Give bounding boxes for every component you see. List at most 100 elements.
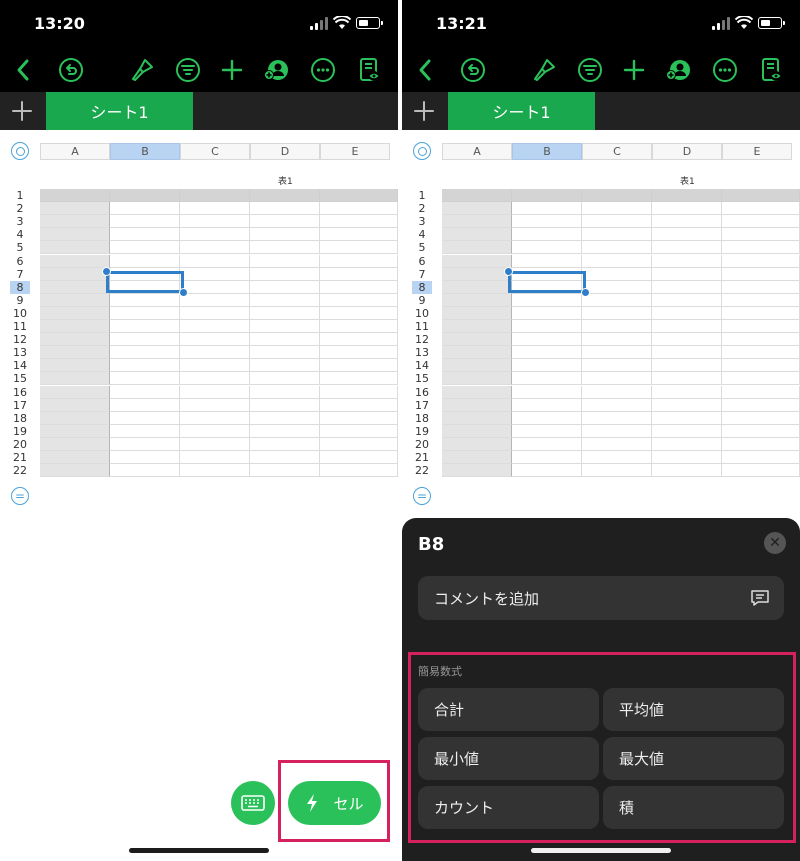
row-header[interactable]: 9	[412, 294, 432, 307]
table-cell[interactable]	[442, 398, 512, 412]
table-cell[interactable]	[110, 241, 180, 255]
table-cell[interactable]	[442, 228, 512, 242]
table-cell[interactable]	[180, 306, 250, 320]
add-rows-icon[interactable]: =	[11, 487, 29, 505]
column-header[interactable]: B	[110, 143, 180, 160]
table-cell[interactable]	[250, 451, 320, 465]
table-cell[interactable]	[320, 228, 398, 242]
table-cell[interactable]	[250, 437, 320, 451]
table-cell[interactable]	[582, 359, 652, 373]
row-header[interactable]: 4	[10, 228, 30, 241]
table-cell[interactable]	[180, 437, 250, 451]
table-cell[interactable]	[250, 189, 320, 203]
table-cell[interactable]	[512, 333, 582, 347]
filter-icon[interactable]	[174, 56, 202, 84]
table-cell[interactable]	[722, 189, 800, 203]
back-chevron-icon[interactable]	[10, 56, 38, 84]
column-header[interactable]: E	[320, 143, 390, 160]
table-cell[interactable]	[722, 451, 800, 465]
table-cell[interactable]	[180, 189, 250, 203]
table-cell[interactable]	[722, 202, 800, 216]
document-view-icon[interactable]	[757, 56, 785, 84]
table-cell[interactable]	[250, 333, 320, 347]
table-cell[interactable]	[180, 398, 250, 412]
table-cell[interactable]	[512, 202, 582, 216]
table-cell[interactable]	[722, 464, 800, 478]
table-cell[interactable]	[110, 359, 180, 373]
add-rows-icon[interactable]: =	[413, 487, 431, 505]
row-header[interactable]: 2	[10, 202, 30, 215]
row-header[interactable]: 1	[10, 189, 30, 202]
table-cell[interactable]	[110, 333, 180, 347]
plus-icon[interactable]	[620, 56, 648, 84]
table-cell[interactable]	[250, 398, 320, 412]
table-cell[interactable]	[512, 189, 582, 203]
row-header[interactable]: 20	[10, 438, 30, 451]
row-header[interactable]: 11	[10, 320, 30, 333]
table-cell[interactable]	[512, 385, 582, 399]
table-cell[interactable]	[320, 241, 398, 255]
table-cell[interactable]	[320, 398, 398, 412]
table-cell[interactable]	[180, 346, 250, 360]
row-header[interactable]: 21	[10, 451, 30, 464]
table-cell[interactable]	[180, 293, 250, 307]
table-cell[interactable]	[250, 372, 320, 386]
column-header[interactable]: D	[652, 143, 722, 160]
table-cell[interactable]	[110, 372, 180, 386]
table-cell[interactable]	[722, 346, 800, 360]
table-cell[interactable]	[512, 424, 582, 438]
cell-selection-outline[interactable]	[106, 270, 184, 293]
table-cell[interactable]	[442, 359, 512, 373]
paintbrush-icon[interactable]	[128, 56, 156, 84]
table-cell[interactable]	[442, 306, 512, 320]
table-cell[interactable]	[180, 464, 250, 478]
table-cell[interactable]	[250, 464, 320, 478]
table-cell[interactable]	[512, 306, 582, 320]
table-cell[interactable]	[110, 228, 180, 242]
table-cell[interactable]	[180, 215, 250, 229]
select-table-icon[interactable]	[413, 142, 431, 160]
selection-handle[interactable]	[504, 266, 513, 276]
row-header[interactable]: 12	[412, 333, 432, 346]
table-cell[interactable]	[40, 306, 110, 320]
table-cell[interactable]	[722, 437, 800, 451]
row-header[interactable]: 21	[412, 451, 432, 464]
table-cell[interactable]	[722, 372, 800, 386]
table-cell[interactable]	[652, 437, 722, 451]
add-comment-button[interactable]: コメントを追加	[418, 576, 784, 620]
table-cell[interactable]	[110, 424, 180, 438]
more-icon[interactable]	[711, 56, 739, 84]
table-cell[interactable]	[652, 280, 722, 294]
table-cell[interactable]	[582, 202, 652, 216]
more-icon[interactable]	[309, 56, 337, 84]
row-header[interactable]: 17	[412, 399, 432, 412]
table-cell[interactable]	[582, 411, 652, 425]
table-cell[interactable]	[40, 359, 110, 373]
column-header[interactable]: B	[512, 143, 582, 160]
row-header[interactable]: 6	[412, 255, 432, 268]
table-cell[interactable]	[442, 437, 512, 451]
table-cell[interactable]	[722, 215, 800, 229]
table-cell[interactable]	[110, 254, 180, 268]
row-header[interactable]: 8	[10, 280, 30, 294]
table-cell[interactable]	[652, 359, 722, 373]
table-cell[interactable]	[652, 372, 722, 386]
table-cell[interactable]	[110, 320, 180, 334]
table-cell[interactable]	[250, 293, 320, 307]
undo-icon[interactable]	[459, 56, 487, 84]
tab-sheet-1[interactable]: シート1	[448, 92, 595, 130]
row-header[interactable]: 18	[412, 412, 432, 425]
row-header[interactable]: 22	[10, 464, 30, 477]
table-cell[interactable]	[40, 254, 110, 268]
table-cell[interactable]	[582, 254, 652, 268]
row-header[interactable]: 10	[10, 307, 30, 320]
table-cell[interactable]	[442, 280, 512, 294]
column-header[interactable]: C	[582, 143, 652, 160]
table-cell[interactable]	[722, 359, 800, 373]
row-header[interactable]: 16	[412, 386, 432, 399]
table-cell[interactable]	[40, 411, 110, 425]
table-cell[interactable]	[442, 202, 512, 216]
table-cell[interactable]	[40, 437, 110, 451]
table-cell[interactable]	[442, 254, 512, 268]
table-cell[interactable]	[250, 215, 320, 229]
